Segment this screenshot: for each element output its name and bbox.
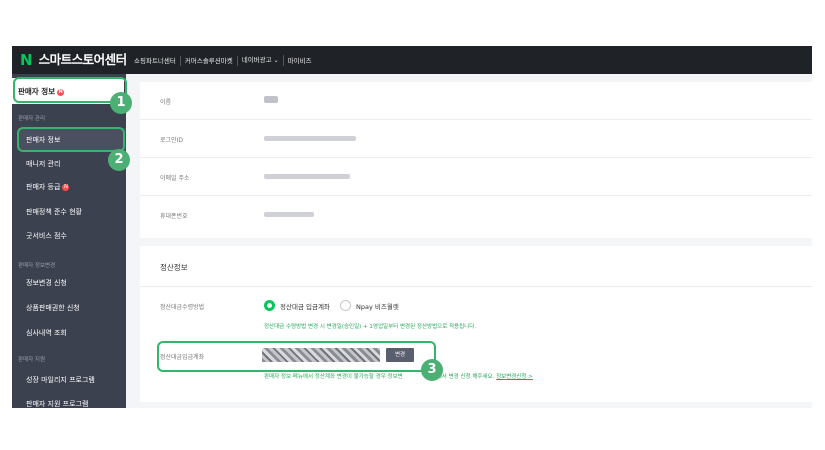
nav-mybiz[interactable]: 마이비즈 [284, 56, 316, 66]
top-bar: N 스마트스토어센터 쇼핑파트너센터 커머스솔루션마켓 네이버광고 ⌄ 마이비즈 [12, 46, 812, 74]
payout-method-label: 정산대금수령방법 [160, 304, 205, 311]
new-badge: N [62, 184, 70, 191]
radio-unchecked-icon [340, 300, 351, 311]
account-note-text-b: 에서 변경 신청 해주세요. [436, 374, 495, 380]
radio-checked-icon [264, 300, 275, 311]
nav-commerce-solution[interactable]: 커머스솔루션마켓 [181, 55, 238, 66]
app-title: 스마트스토어센터 [38, 52, 128, 67]
radio-npay-label: Npay 비즈월렛 [356, 302, 399, 311]
sidebar-item-support-program[interactable]: 판매자 지원 프로그램 [26, 399, 88, 408]
naver-n-logo: N [20, 51, 33, 69]
radio-bank-account-label: 정산대금 입금계좌 [280, 302, 330, 311]
sidebar-section-info-change: 판매자 정보변경 [18, 263, 56, 269]
profile-row-phone: 휴대폰번호 [140, 196, 812, 234]
account-note-text-a: 판매자 정보 메뉴에서 정산계좌 변경이 불가능할 경우 정보변 [264, 374, 403, 380]
sidebar-item-review-history[interactable]: 심사내역 조회 [26, 328, 67, 338]
sidebar-item-good-service[interactable]: 굿서비스 점수 [26, 231, 67, 241]
sidebar-section-support: 판매자 지원 [18, 357, 46, 363]
sidebar-item-change-request[interactable]: 정보변경 신청 [26, 278, 67, 288]
sidebar-item-policy[interactable]: 판매정책 준수 현황 [26, 207, 82, 217]
step-marker-1: 1 [110, 92, 132, 114]
chevron-down-icon: ⌄ [273, 57, 279, 64]
login-id-label: 로그인ID [160, 137, 183, 144]
highlight-box-3 [157, 341, 436, 372]
sidebar-item-growth-mileage[interactable]: 성장 마일리지 프로그램 [26, 375, 95, 385]
brand[interactable]: N 스마트스토어센터 [20, 52, 127, 68]
seller-profile-card: 이름 로그인ID 이메일 주소 휴대폰번호 [140, 82, 812, 238]
sidebar-item-grade[interactable]: 판매자 등급 N [26, 182, 70, 192]
radio-npay-bizwallet[interactable]: Npay 비즈월렛 [340, 300, 399, 311]
settlement-card: 정산정보 정산대금수령방법 정산대금 입금계좌 Npay 비즈월렛 정산대금 수… [140, 246, 812, 402]
nav-naver-ads[interactable]: 네이버광고 ⌄ [238, 55, 284, 66]
info-change-link[interactable]: 정보변경신청 > [496, 374, 533, 380]
profile-row-name: 이름 [140, 82, 812, 120]
step-marker-3: 3 [421, 359, 443, 381]
nav-shopping-partner[interactable]: 쇼핑파트너센터 [130, 55, 181, 66]
highlight-box-2 [17, 127, 125, 152]
sidebar-section-seller-manage: 판매자 관리 [18, 116, 46, 122]
sidebar-item-sales-permission[interactable]: 상품판매권한 신청 [26, 303, 80, 313]
phone-label: 휴대폰번호 [160, 213, 188, 220]
radio-bank-account[interactable]: 정산대금 입금계좌 [264, 300, 330, 311]
sidebar: 판매자 정보 N 판매자 관리 판매자 정보 매니저 관리 판매자 등급 N 판매정… [12, 74, 126, 408]
email-label: 이메일 주소 [160, 175, 190, 182]
top-nav: 쇼핑파트너센터 커머스솔루션마켓 네이버광고 ⌄ 마이비즈 [130, 55, 316, 66]
redacted-login-id [264, 136, 356, 141]
step-marker-2: 2 [108, 149, 130, 171]
sidebar-item-manager[interactable]: 매니저 관리 [26, 159, 60, 169]
redacted-email [264, 174, 350, 179]
settlement-title: 정산정보 [160, 263, 188, 272]
account-note: 판매자 정보 메뉴에서 정산계좌 변경이 불가능할 경우 정보변 에서 변경 신청… [264, 372, 533, 380]
redacted-name [264, 96, 278, 103]
name-label: 이름 [160, 99, 172, 106]
nav-naver-ads-label: 네이버광고 [241, 56, 272, 64]
profile-row-email: 이메일 주소 [140, 158, 812, 196]
divider [140, 286, 812, 287]
payout-method-note: 정산대금 수령방법 변경 시 변경일(승인일) + 1영업일부터 변경된 정산방… [264, 324, 477, 330]
profile-row-login-id: 로그인ID [140, 120, 812, 158]
sidebar-item-grade-label: 판매자 등급 [26, 183, 61, 191]
redacted-phone [264, 212, 314, 217]
